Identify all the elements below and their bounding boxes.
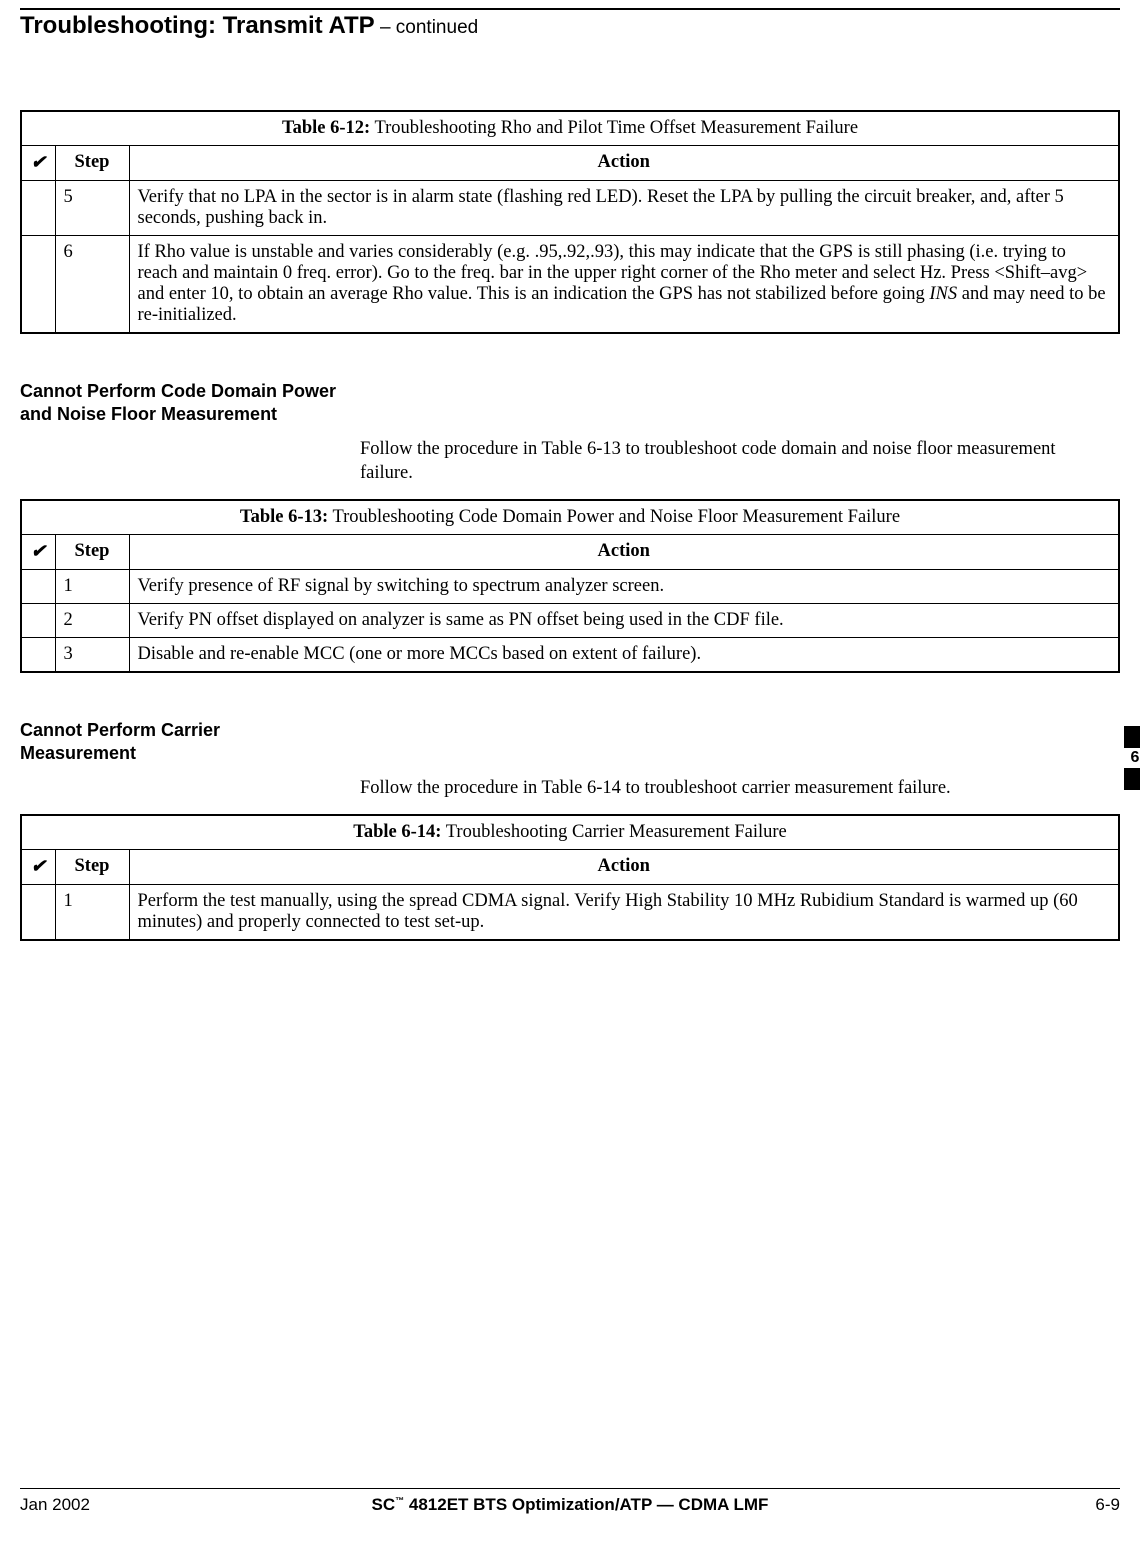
table-row: 3 Disable and re-enable MCC (one or more…	[21, 638, 1119, 673]
footer-page-number: 6-9	[845, 1495, 1120, 1515]
table-6-14-action-header: Action	[129, 850, 1119, 885]
action-cell: Disable and re-enable MCC (one or more M…	[129, 638, 1119, 673]
table-row: 2 Verify PN offset displayed on analyzer…	[21, 604, 1119, 638]
top-rule	[20, 8, 1120, 10]
check-cell	[21, 236, 55, 334]
check-cell	[21, 181, 55, 236]
heading-code-domain: Cannot Perform Code Domain Power and Noi…	[20, 380, 340, 425]
table-6-14-check-header: ✔	[21, 850, 55, 885]
action-cell: Verify PN offset displayed on analyzer i…	[129, 604, 1119, 638]
table-6-12-caption: Table 6-12: Troubleshooting Rho and Pilo…	[21, 111, 1119, 146]
table-6-12-step-header: Step	[55, 146, 129, 181]
table-6-14: Table 6-14: Troubleshooting Carrier Meas…	[20, 814, 1120, 941]
table-6-13: Table 6-13: Troubleshooting Code Domain …	[20, 499, 1120, 673]
check-cell	[21, 885, 55, 941]
check-cell	[21, 638, 55, 673]
tab-top-block	[1124, 726, 1140, 748]
table-row: 5 Verify that no LPA in the sector is in…	[21, 181, 1119, 236]
check-icon: ✔	[31, 152, 46, 172]
table-row: 1 Verify presence of RF signal by switch…	[21, 570, 1119, 604]
table-row: 1 Perform the test manually, using the s…	[21, 885, 1119, 941]
action-cell: Perform the test manually, using the spr…	[129, 885, 1119, 941]
table-6-13-step-header: Step	[55, 535, 129, 570]
table-6-12-check-header: ✔	[21, 146, 55, 181]
step-cell: 1	[55, 885, 129, 941]
page-title-cont: – continued	[375, 17, 479, 38]
check-cell	[21, 570, 55, 604]
page-footer: Jan 2002 SC™ 4812ET BTS Optimization/ATP…	[20, 1488, 1120, 1515]
heading-carrier-measurement: Cannot Perform Carrier Measurement	[20, 719, 340, 764]
footer-doc-title: SC™ 4812ET BTS Optimization/ATP — CDMA L…	[295, 1495, 845, 1515]
check-cell	[21, 604, 55, 638]
table-6-13-caption: Table 6-13: Troubleshooting Code Domain …	[21, 500, 1119, 535]
page-title-main: Troubleshooting: Transmit ATP	[20, 12, 375, 39]
step-cell: 1	[55, 570, 129, 604]
action-cell: Verify presence of RF signal by switchin…	[129, 570, 1119, 604]
section-tab: 6	[1124, 726, 1140, 790]
check-icon: ✔	[31, 541, 46, 561]
table-6-12-action-header: Action	[129, 146, 1119, 181]
step-cell: 3	[55, 638, 129, 673]
step-cell: 5	[55, 181, 129, 236]
table-6-13-check-header: ✔	[21, 535, 55, 570]
tab-bottom-block	[1124, 768, 1140, 790]
table-row: 6 If Rho value is unstable and varies co…	[21, 236, 1119, 334]
body-carrier-measurement: Follow the procedure in Table 6-14 to tr…	[360, 776, 1060, 800]
table-6-12: Table 6-12: Troubleshooting Rho and Pilo…	[20, 110, 1120, 334]
table-6-14-caption: Table 6-14: Troubleshooting Carrier Meas…	[21, 815, 1119, 850]
action-cell: If Rho value is unstable and varies cons…	[129, 236, 1119, 334]
page-title: Troubleshooting: Transmit ATP – continue…	[20, 12, 1120, 40]
table-6-13-action-header: Action	[129, 535, 1119, 570]
step-cell: 2	[55, 604, 129, 638]
table-6-14-step-header: Step	[55, 850, 129, 885]
tab-number: 6	[1124, 748, 1140, 768]
body-code-domain: Follow the procedure in Table 6-13 to tr…	[360, 437, 1060, 485]
action-cell: Verify that no LPA in the sector is in a…	[129, 181, 1119, 236]
check-icon: ✔	[31, 856, 46, 876]
footer-date: Jan 2002	[20, 1495, 295, 1515]
step-cell: 6	[55, 236, 129, 334]
